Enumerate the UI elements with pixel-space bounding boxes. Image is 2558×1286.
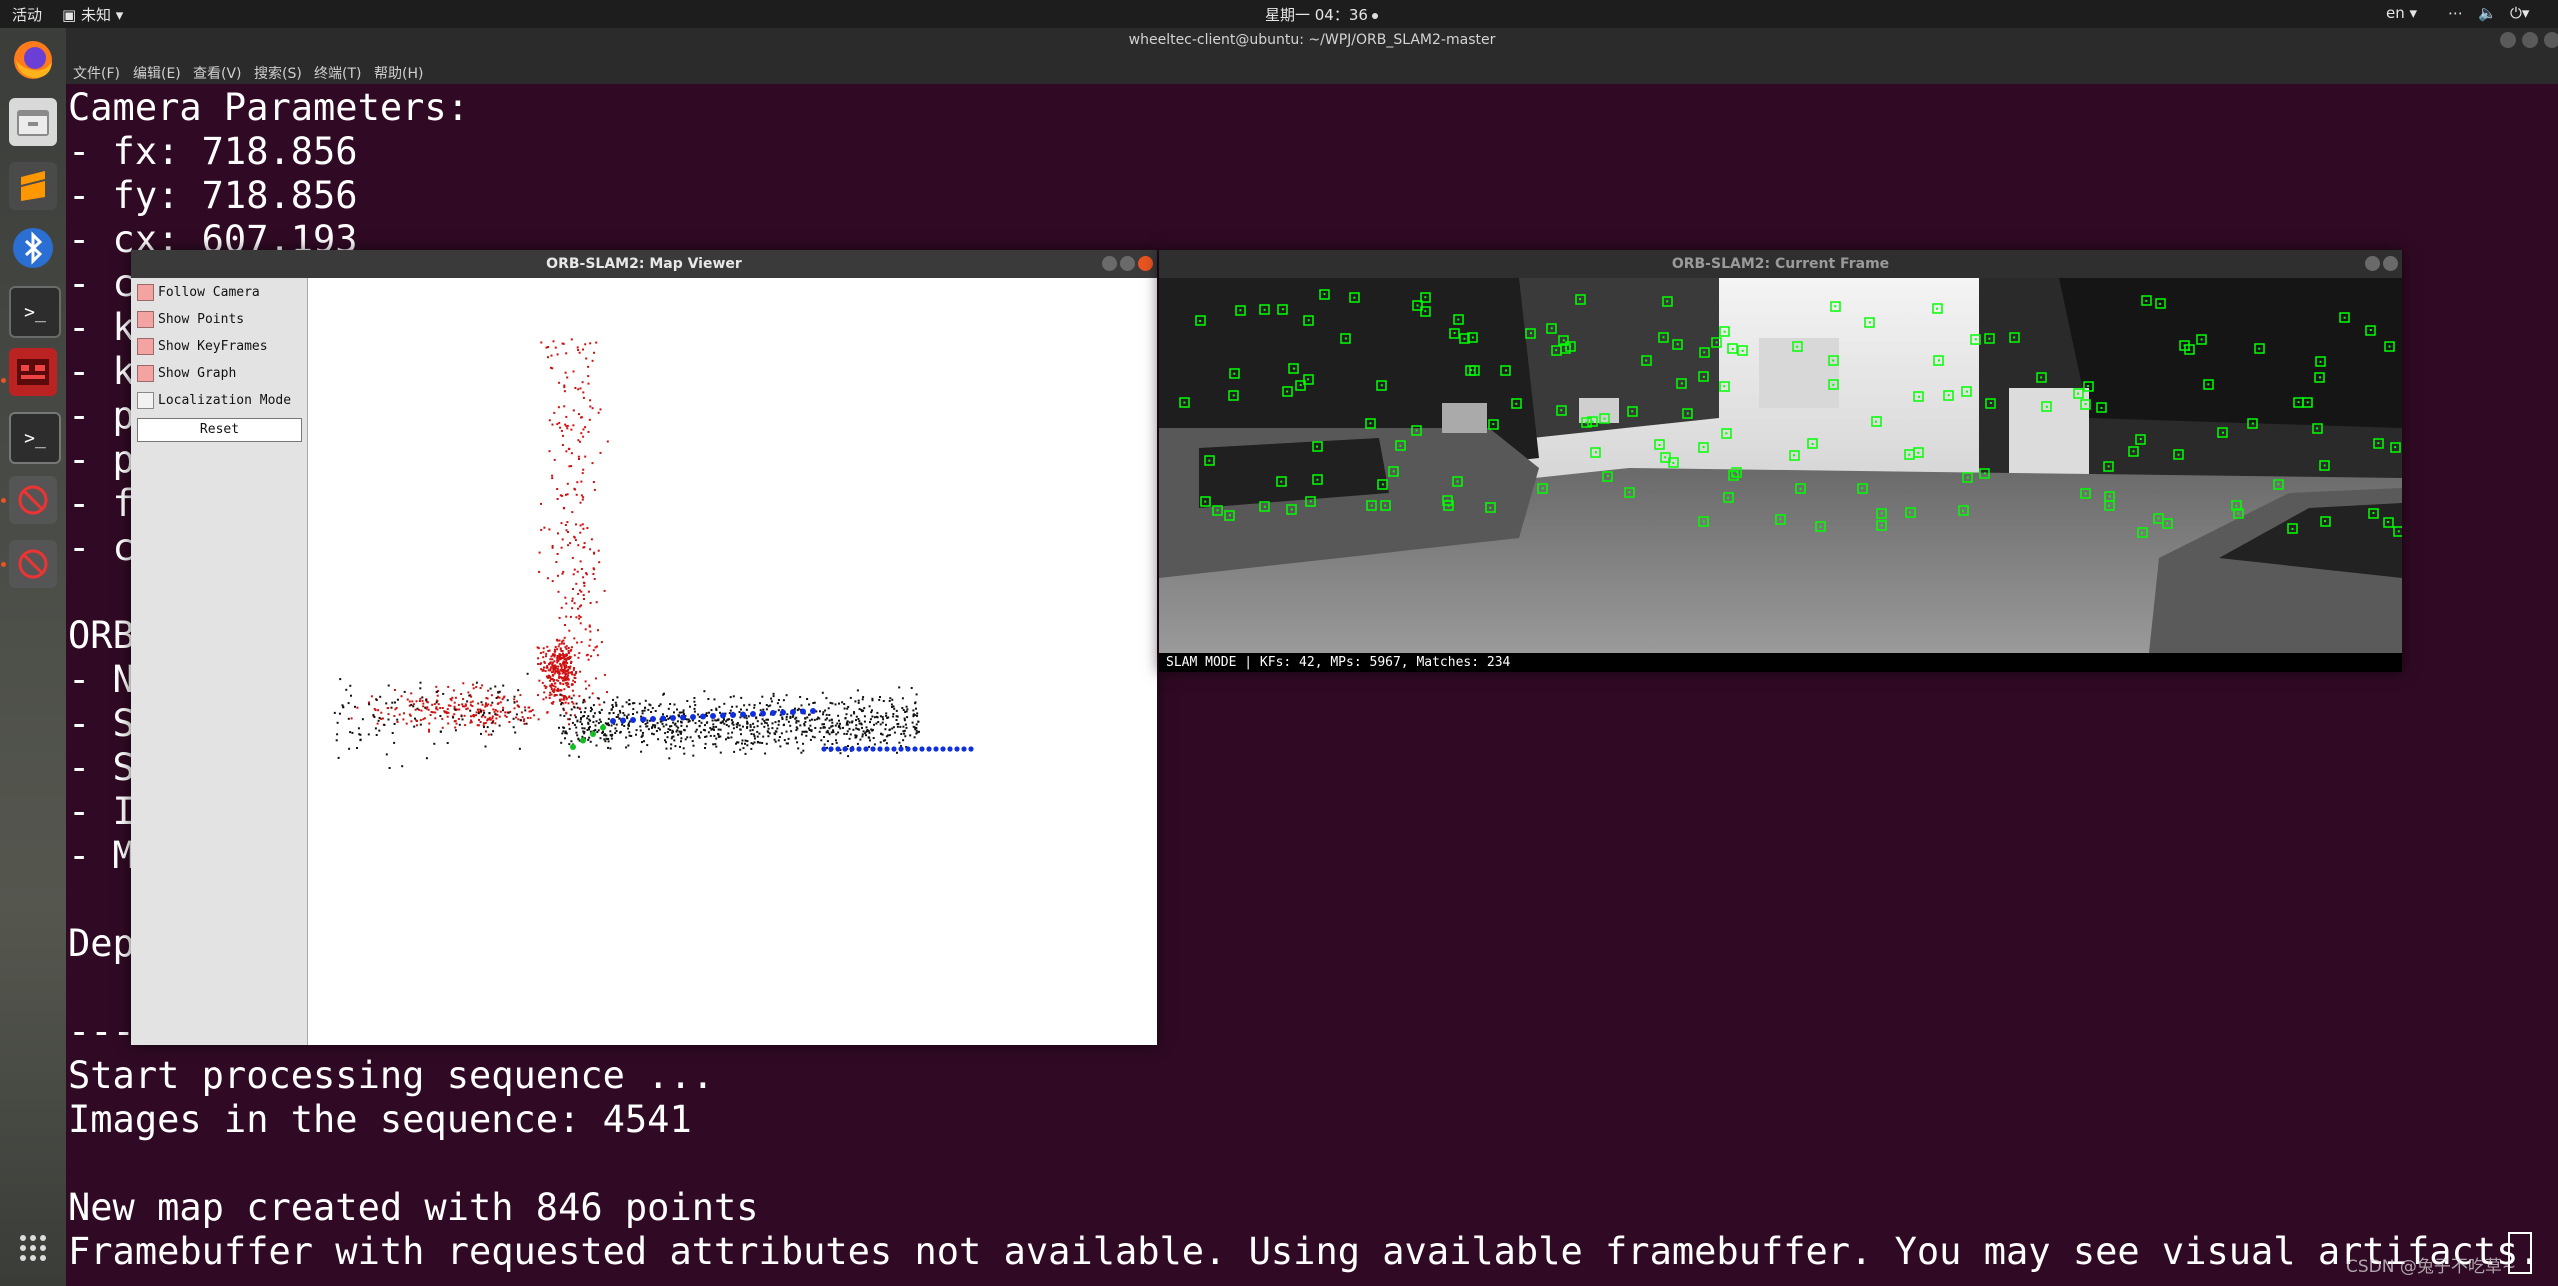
show-keyframes-label: Show KeyFrames	[158, 339, 268, 354]
terminal-line: - f	[68, 482, 135, 525]
file-manager-icon[interactable]	[9, 98, 57, 146]
maximize-icon[interactable]	[1120, 256, 1135, 271]
localization-mode-checkbox[interactable]: Localization Mode	[137, 392, 291, 409]
caret-down-icon: ▾	[115, 6, 124, 24]
window-icon: ▣	[62, 6, 77, 24]
follow-camera-label: Follow Camera	[158, 285, 260, 300]
reset-button[interactable]: Reset	[137, 418, 302, 442]
volume-icon[interactable]: 🔈	[2478, 4, 2497, 22]
checkbox-icon	[137, 284, 154, 301]
terminal-menubar: 文件(F) 编辑(E) 查看(V) 搜索(S) 终端(T) 帮助(H)	[66, 60, 2558, 84]
terminal-line: Framebuffer with requested attributes no…	[68, 1230, 2541, 1273]
show-points-checkbox[interactable]: Show Points	[137, 311, 244, 328]
menu-search[interactable]: 搜索(S)	[254, 63, 302, 83]
activities-button[interactable]: 活动	[12, 4, 42, 25]
terminal-line: - k	[68, 306, 135, 349]
terminal-line: - S	[68, 702, 135, 745]
maximize-icon[interactable]	[2522, 32, 2538, 48]
menu-view[interactable]: 查看(V)	[193, 63, 242, 83]
terminal-line: ORB	[68, 614, 135, 657]
current-frame-titlebar[interactable]: ORB-SLAM2: Current Frame	[1159, 250, 2402, 278]
camera-frame-image	[1159, 278, 2402, 653]
close-icon[interactable]	[1138, 256, 1153, 271]
show-keyframes-checkbox[interactable]: Show KeyFrames	[137, 338, 268, 355]
input-method-menu[interactable]: en ▾	[2386, 4, 2417, 22]
terminal-line: Images in the sequence: 4541	[68, 1098, 692, 1141]
terminal-line: Start processing sequence ...	[68, 1054, 715, 1097]
terminal-line: - c	[68, 526, 135, 569]
terminal-cursor	[2508, 1232, 2532, 1274]
orbslam-window-icon[interactable]	[9, 476, 57, 524]
checkbox-icon	[137, 392, 154, 409]
sublime-text-icon[interactable]	[9, 162, 57, 210]
app-menu-label: 未知	[80, 6, 111, 24]
show-graph-label: Show Graph	[158, 366, 237, 381]
minimize-icon[interactable]	[1102, 256, 1117, 271]
checkbox-icon	[137, 365, 154, 382]
terminal-line: - fx: 718.856	[68, 130, 358, 173]
terminal-line: - fy: 718.856	[68, 174, 358, 217]
current-frame-window[interactable]: ORB-SLAM2: Current Frame SLAM MODE | KFs…	[1159, 250, 2402, 672]
dock: >_ >_	[0, 28, 66, 1286]
terminal-line: New map created with 846 points	[68, 1186, 759, 1229]
menu-help[interactable]: 帮助(H)	[374, 63, 423, 83]
terminal-icon-2[interactable]: >_	[9, 412, 61, 464]
viewer-options-panel: Follow Camera Show Points Show KeyFrames…	[131, 278, 308, 1045]
firefox-icon[interactable]	[9, 36, 57, 84]
terminal-line: ---	[68, 1010, 135, 1053]
menu-edit[interactable]: 编辑(E)	[133, 63, 181, 83]
terminal-titlebar[interactable]: wheeltec-client@ubuntu: ~/WPJ/ORB_SLAM2-…	[66, 28, 2558, 60]
show-graph-checkbox[interactable]: Show Graph	[137, 365, 236, 382]
clock[interactable]: 星期一 04：36	[1265, 4, 1378, 25]
map-3d-view[interactable]	[308, 278, 1157, 1045]
show-points-label: Show Points	[158, 312, 245, 327]
clock-label: 星期一 04：36	[1265, 6, 1368, 24]
map-viewer-window[interactable]: ORB-SLAM2: Map Viewer Follow Camera Show…	[131, 250, 1157, 1045]
app-menu[interactable]: ▣ 未知 ▾	[62, 4, 123, 25]
follow-camera-checkbox[interactable]: Follow Camera	[137, 284, 260, 301]
terminal-title: wheeltec-client@ubuntu: ~/WPJ/ORB_SLAM2-…	[1128, 32, 1496, 48]
terminal-line: Dep	[68, 922, 135, 965]
terminal-line: - p	[68, 394, 135, 437]
bluetooth-icon[interactable]	[9, 224, 57, 272]
checkbox-icon	[137, 338, 154, 355]
menu-file[interactable]: 文件(F)	[73, 63, 120, 83]
terminal-line: - S	[68, 746, 135, 789]
terminal-line: - I	[68, 790, 135, 833]
close-icon[interactable]	[2383, 256, 2398, 271]
localization-mode-label: Localization Mode	[158, 393, 292, 408]
menu-terminal[interactable]: 终端(T)	[314, 63, 361, 83]
notification-dot-icon	[1371, 12, 1378, 19]
checkbox-icon	[137, 311, 154, 328]
terminal-glyph-icon: >_	[24, 301, 46, 323]
terminal-line: - p	[68, 438, 135, 481]
terminal-icon[interactable]: >_	[9, 286, 61, 338]
input-method-label: en	[2386, 4, 2405, 22]
running-indicator-icon	[1, 498, 6, 503]
network-icon[interactable]: ⋯	[2448, 4, 2463, 22]
orbslam-window-icon-2[interactable]	[9, 540, 57, 588]
map-viewer-titlebar[interactable]: ORB-SLAM2: Map Viewer	[131, 250, 1157, 278]
frame-status-bar: SLAM MODE | KFs: 42, MPs: 5967, Matches:…	[1159, 653, 2402, 672]
map-viewer-title: ORB-SLAM2: Map Viewer	[546, 256, 742, 272]
power-icon[interactable]: ⏻▾	[2510, 4, 2529, 22]
close-icon[interactable]	[2544, 32, 2558, 48]
terminal-line: - k	[68, 350, 135, 393]
terminal-glyph-icon: >_	[24, 427, 46, 449]
terminal-line: - N	[68, 658, 135, 701]
current-frame-title: ORB-SLAM2: Current Frame	[1671, 256, 1890, 272]
top-bar: 活动 ▣ 未知 ▾ 星期一 04：36 en ▾ ⋯ 🔈 ⏻▾	[0, 0, 2558, 28]
running-indicator-icon	[1, 562, 6, 567]
show-applications-icon[interactable]	[9, 1224, 57, 1272]
watermark: CSDN @兔子不吃草~	[2346, 1257, 2517, 1277]
terminal-line: Camera Parameters:	[68, 86, 469, 129]
system-monitor-icon[interactable]	[9, 348, 57, 396]
terminal-line: - M	[68, 834, 135, 877]
minimize-icon[interactable]	[2500, 32, 2516, 48]
minimize-icon[interactable]	[2365, 256, 2380, 271]
running-indicator-icon	[1, 378, 6, 383]
terminal-line: - c	[68, 262, 135, 305]
